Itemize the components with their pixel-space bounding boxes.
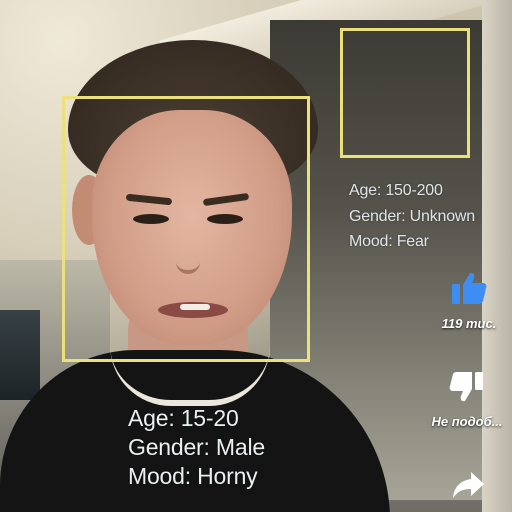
thumbs-up-icon xyxy=(452,272,487,304)
gender-text: Gender: Unknown xyxy=(349,207,475,225)
detection-label-2: Age: 150-200 Gender: Unknown Mood: Fear xyxy=(349,178,475,255)
like-button[interactable]: 119 тис. xyxy=(434,270,504,331)
like-count: 119 тис. xyxy=(441,316,497,331)
gender-text: Gender: Male xyxy=(128,433,265,460)
face-detection-box-1 xyxy=(62,96,310,362)
share-button[interactable] xyxy=(438,470,498,510)
mood-text: Mood: Fear xyxy=(349,233,429,251)
dislike-button[interactable]: Не подоб... xyxy=(422,370,512,429)
share-arrow-icon xyxy=(453,472,484,498)
thumbs-down-icon xyxy=(449,372,483,402)
mood-text: Mood: Horny xyxy=(128,462,258,489)
door-frame xyxy=(482,0,512,512)
detection-label-1: Age: 15-20 Gender: Male Mood: Horny xyxy=(128,404,265,490)
mirror xyxy=(0,310,40,400)
age-text: Age: 150-200 xyxy=(349,182,443,199)
video-frame[interactable]: Age: 15-20 Gender: Male Mood: Horny Age:… xyxy=(0,0,512,512)
face-detection-box-2 xyxy=(340,28,470,158)
dislike-label: Не подоб... xyxy=(431,414,503,429)
age-text: Age: 15-20 xyxy=(128,405,239,431)
